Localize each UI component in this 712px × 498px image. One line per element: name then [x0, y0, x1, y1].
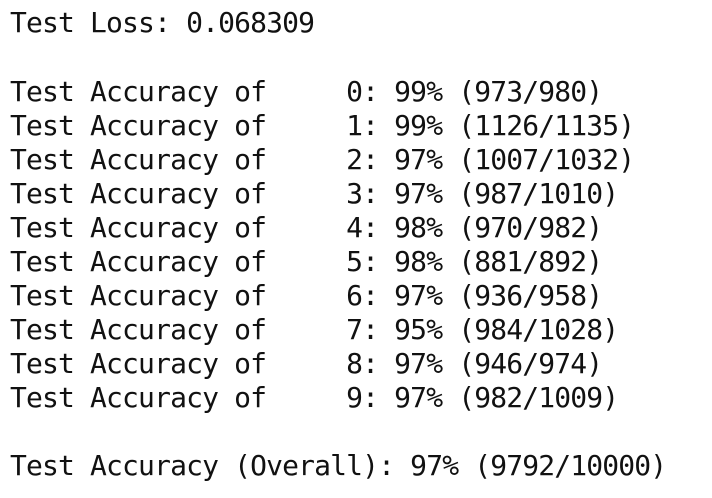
overall-accuracy-line: Test Accuracy (Overall): 97% (9792/10000…: [10, 449, 667, 482]
class-accuracy-line-5: Test Accuracy of 5: 98% (881/892): [10, 245, 603, 278]
console-output: Test Loss: 0.068309 Test Accuracy of 0: …: [0, 0, 712, 498]
class-accuracy-line-2: Test Accuracy of 2: 97% (1007/1032): [10, 143, 635, 176]
test-loss-line: Test Loss: 0.068309: [10, 6, 315, 39]
class-accuracy-line-3: Test Accuracy of 3: 97% (987/1010): [10, 177, 619, 210]
class-accuracy-line-7: Test Accuracy of 7: 95% (984/1028): [10, 313, 619, 346]
class-accuracy-list: Test Accuracy of 0: 99% (973/980) Test A…: [0, 75, 635, 415]
class-accuracy-line-1: Test Accuracy of 1: 99% (1126/1135): [10, 109, 635, 142]
class-accuracy-line-0: Test Accuracy of 0: 99% (973/980): [10, 75, 603, 108]
class-accuracy-line-9: Test Accuracy of 9: 97% (982/1009): [10, 381, 619, 414]
class-accuracy-line-6: Test Accuracy of 6: 97% (936/958): [10, 279, 603, 312]
class-accuracy-line-4: Test Accuracy of 4: 98% (970/982): [10, 211, 603, 244]
class-accuracy-line-8: Test Accuracy of 8: 97% (946/974): [10, 347, 603, 380]
